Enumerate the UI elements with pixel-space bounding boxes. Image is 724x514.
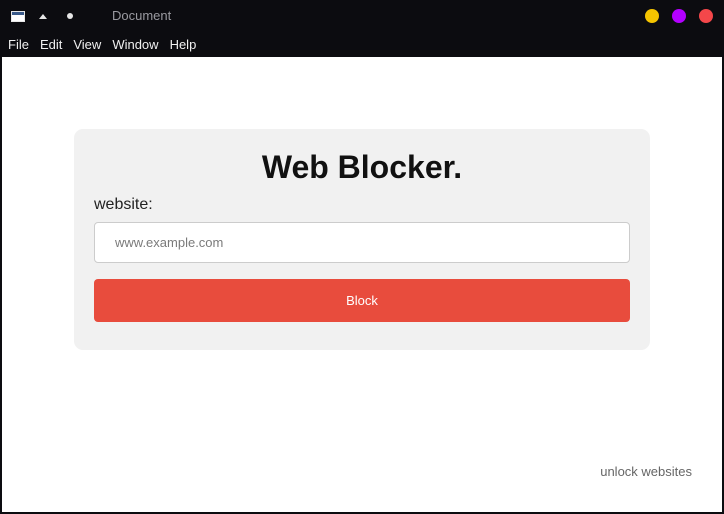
minimize-button[interactable] [645,9,659,23]
app-window-icon[interactable] [6,0,30,32]
menu-help[interactable]: Help [170,32,197,57]
menu-file[interactable]: File [8,32,29,57]
menu-window[interactable]: Window [112,32,158,57]
website-input[interactable] [94,222,630,263]
collapse-up-icon[interactable] [33,0,53,32]
close-button[interactable] [699,9,713,23]
window-title: Document [112,8,172,23]
menu-edit[interactable]: Edit [40,32,62,57]
page-title: Web Blocker. [261,149,463,185]
dot-icon[interactable] [60,0,80,32]
menu-bar: File Edit View Window Help [0,32,724,57]
blocker-card: Web Blocker. website: Block [74,129,650,350]
menu-view[interactable]: View [73,32,101,57]
page-content: Web Blocker. website: Block unlock websi… [2,57,722,512]
block-button[interactable]: Block [94,279,630,322]
unlock-websites-link[interactable]: unlock websites [600,464,692,479]
website-label: website: [94,196,153,213]
app-window: Document File Edit View Window Help Web … [0,0,724,514]
maximize-button[interactable] [672,9,686,23]
title-bar: Document [0,0,724,32]
